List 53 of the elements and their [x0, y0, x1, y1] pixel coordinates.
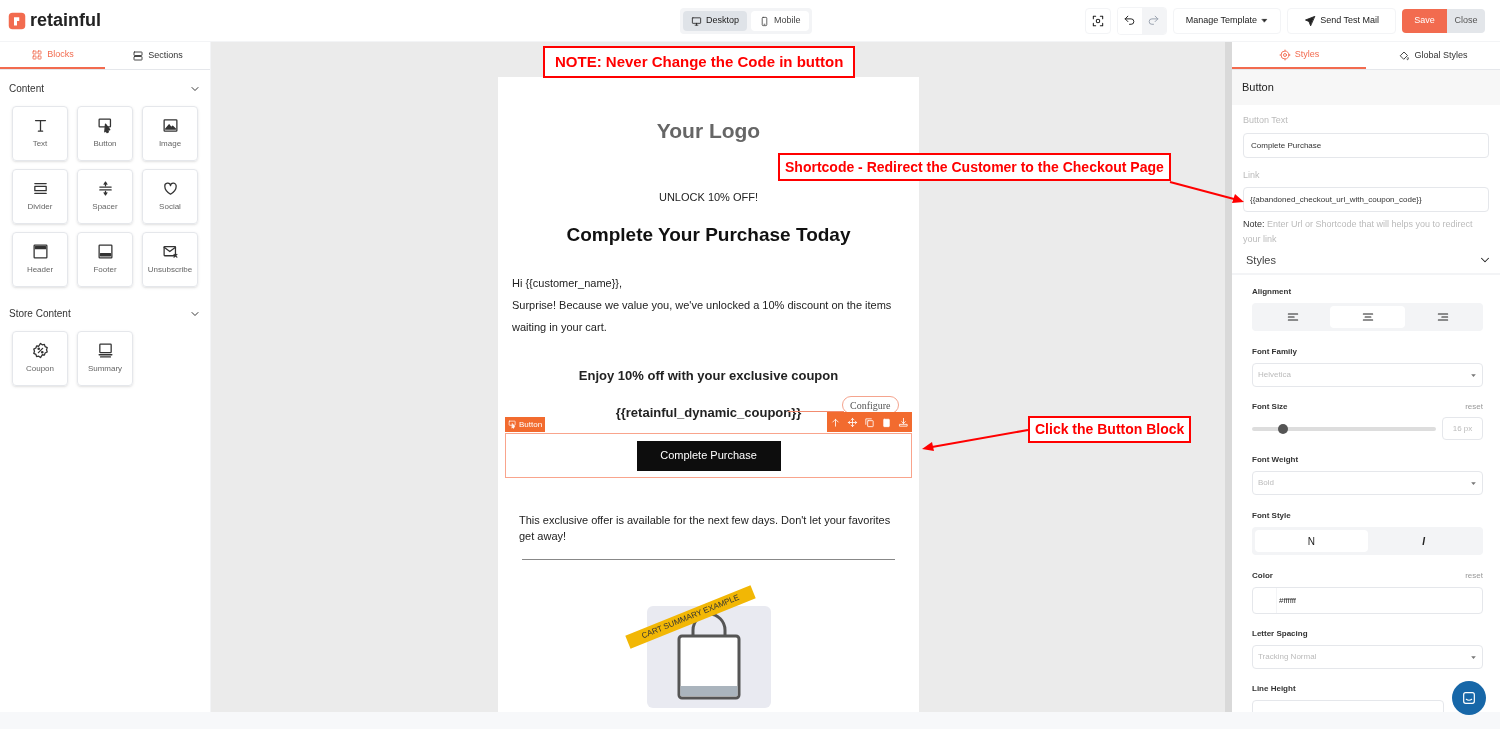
section-title: Store Content — [9, 307, 71, 321]
block-tile[interactable]: Coupon — [12, 331, 68, 386]
coupon-code: {{retainful_dynamic_coupon}} — [615, 404, 802, 419]
field-label: Alignment — [1252, 286, 1292, 298]
annotation-callout: Shortcode - Redirect the Customer to the Checkout Page — [778, 153, 1171, 181]
field-label: Color — [1252, 570, 1273, 582]
annotation-callout: NOTE: Never Change the Code in button — [543, 46, 856, 78]
send-test-mail-button[interactable]: Send Test Mail — [1287, 7, 1396, 34]
cta-button[interactable]: Complete Purchase — [636, 440, 781, 471]
app-logo-text: retainful — [30, 9, 101, 32]
block-tile[interactable]: Social — [142, 169, 198, 224]
field-label: Line Height — [1252, 683, 1296, 695]
section-title: Content — [9, 82, 45, 96]
field-label: Link — [1243, 168, 1261, 182]
email-logo-text: Your Logo — [656, 118, 761, 144]
footer-text: This exclusive offer is available for the next few days. Don't let your favorites get away! — [518, 513, 892, 544]
panel-tab[interactable]: Sections — [105, 42, 210, 69]
email-heading: Complete Your Purchase Today — [566, 223, 851, 247]
block-label: Button — [505, 417, 546, 432]
section-title: Styles — [1246, 252, 1276, 268]
block-tile[interactable]: Footer — [77, 232, 133, 287]
color-field[interactable]: #ffffff — [1252, 587, 1483, 614]
block-tile[interactable]: Text — [12, 106, 68, 161]
selected-block-frame[interactable]: Complete Purchase — [505, 433, 912, 478]
panel-title: Button — [1242, 80, 1274, 96]
close-button[interactable]: Close — [1447, 8, 1485, 33]
email-eyebrow: UNLOCK 10% OFF! — [659, 189, 758, 205]
view-tab[interactable]: Desktop — [683, 11, 748, 31]
field-label: Font Weight — [1252, 454, 1299, 466]
font-style-option[interactable]: I — [1367, 530, 1480, 552]
field-label: Letter Spacing — [1252, 628, 1308, 640]
block-tile[interactable]: Unsubscribe — [142, 232, 198, 287]
coupon-title: Enjoy 10% off with your exclusive coupon — [578, 366, 839, 385]
greeting-text: Hi {{customer_name}}, — [512, 275, 624, 291]
field-label: Button Text — [1243, 114, 1289, 127]
font-style-option[interactable]: N — [1255, 530, 1368, 552]
button-text-field[interactable]: Complete Purchase — [1243, 132, 1489, 158]
body-text: Surprise! Because we value you, we've unlocked a 10% discount on the items waiting in your cart. — [512, 297, 893, 335]
block-tile[interactable]: Image — [142, 106, 198, 161]
field-label: Font Family — [1252, 346, 1297, 358]
panel-tab[interactable]: Global Styles — [1366, 42, 1500, 69]
manage-template-button[interactable]: Manage Template — [1172, 7, 1282, 34]
view-tab[interactable]: Mobile — [751, 11, 809, 31]
annotation-callout: Click the Button Block — [1028, 416, 1192, 443]
link-field[interactable]: {{abandoned_checkout_url_with_coupon_code}} — [1243, 187, 1489, 212]
note-text: Note: Enter Url or Shortcode that will helps you to redirect your link — [1243, 218, 1474, 246]
field-label: Font Size — [1252, 401, 1288, 413]
block-tile[interactable]: Spacer — [77, 169, 133, 224]
block-tile[interactable]: Summary — [77, 331, 133, 386]
block-tile[interactable]: Button — [77, 106, 133, 161]
block-tile[interactable]: Divider — [12, 169, 68, 224]
block-tile[interactable]: Header — [12, 232, 68, 287]
field-label: Font Style — [1252, 510, 1291, 522]
